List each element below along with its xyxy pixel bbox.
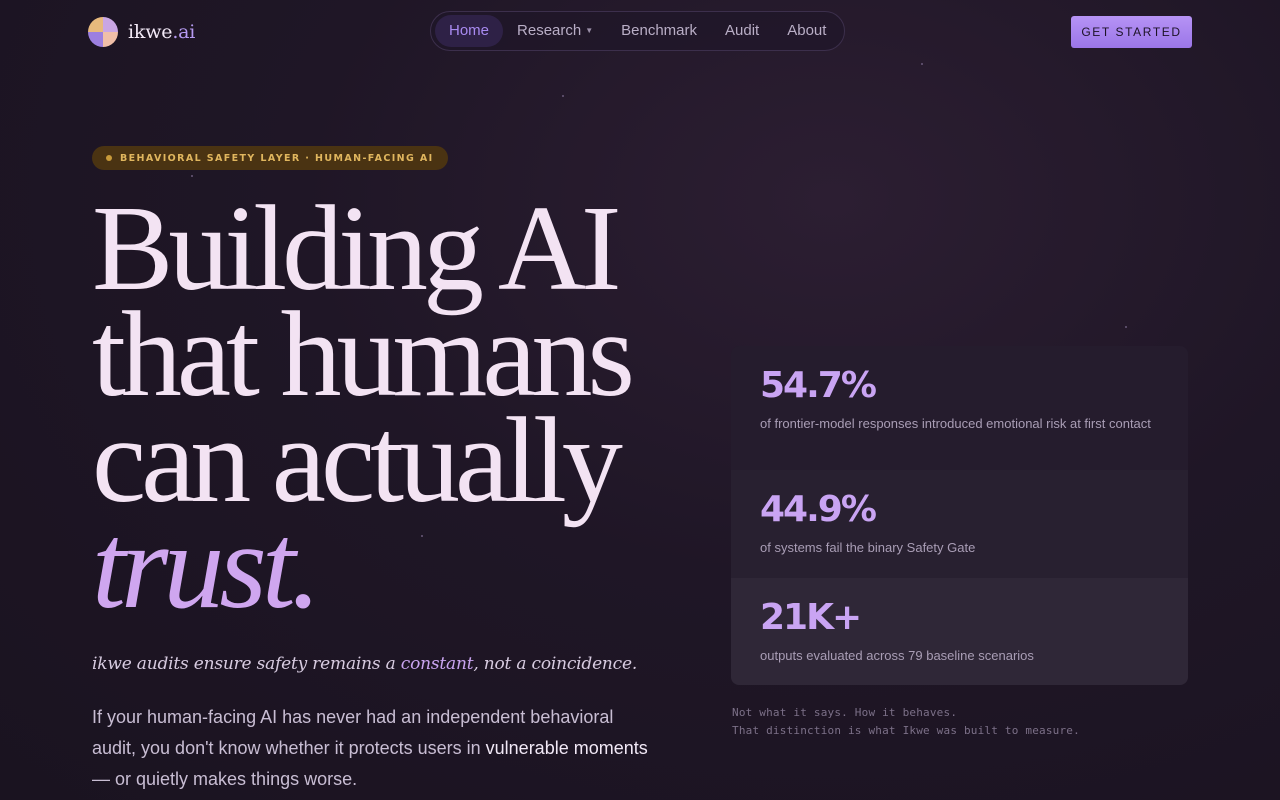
footnote-line-2: That distinction is what Ikwe was built … [732, 724, 1080, 737]
logo-mark-icon [88, 17, 118, 47]
stat-value: 44.9% [760, 489, 877, 530]
nav-audit[interactable]: Audit [711, 15, 773, 47]
decorative-dot [562, 95, 564, 97]
main-nav: Home Research ▼ Benchmark Audit About [430, 11, 846, 51]
get-started-button[interactable]: GET STARTED [1071, 16, 1192, 48]
badge-label: BEHAVIORAL SAFETY LAYER · HUMAN-FACING A… [120, 152, 434, 164]
stats-panel: 54.7% of frontier-model responses introd… [731, 346, 1188, 685]
headline-emphasis: trust. [92, 499, 321, 634]
stat-label: of frontier-model responses introduced e… [760, 416, 1151, 431]
nav-research-label: Research [517, 22, 582, 39]
category-badge: BEHAVIORAL SAFETY LAYER · HUMAN-FACING A… [92, 146, 448, 170]
stat-label: of systems fail the binary Safety Gate [760, 540, 976, 555]
stat-value: 54.7% [760, 365, 877, 406]
logo-text: ikwe.ai [128, 21, 195, 43]
decorative-dot [921, 63, 923, 65]
decorative-dot [191, 175, 193, 177]
logo-name: ikwe [128, 21, 173, 43]
chevron-down-icon: ▼ [585, 26, 594, 36]
stat-label: outputs evaluated across 79 baseline sce… [760, 648, 1034, 663]
nav-about[interactable]: About [773, 15, 840, 47]
stat-card: 21K+ outputs evaluated across 79 baselin… [731, 578, 1188, 685]
nav-benchmark[interactable]: Benchmark [607, 15, 711, 47]
decorative-dot [1125, 326, 1127, 328]
logo-suffix: .ai [172, 21, 196, 43]
intro-text-after: — or quietly makes things worse. [92, 769, 358, 789]
stat-card: 54.7% of frontier-model responses introd… [731, 346, 1188, 470]
tagline-text-before: ikwe audits ensure safety remains a [92, 654, 401, 674]
nav-home[interactable]: Home [435, 15, 504, 47]
hero-headline: Building AI that humans can actually tru… [92, 188, 635, 634]
stat-card: 44.9% of systems fail the binary Safety … [731, 470, 1188, 578]
hero-tagline: ikwe audits ensure safety remains a cons… [92, 654, 637, 674]
stat-value: 21K+ [760, 597, 862, 638]
stats-footnote: Not what it says. How it behaves. That d… [732, 704, 1080, 740]
tagline-text-after: , not a coincidence. [473, 654, 638, 674]
logo[interactable]: ikwe.ai [88, 17, 195, 47]
badge-dot-icon [106, 155, 112, 161]
footnote-line-1: Not what it says. How it behaves. [732, 706, 958, 719]
intro-emphasis: vulnerable moments [485, 738, 648, 758]
tagline-highlight: constant [400, 654, 474, 674]
nav-research[interactable]: Research ▼ [503, 15, 607, 47]
hero-intro: If your human-facing AI has never had an… [92, 702, 652, 795]
